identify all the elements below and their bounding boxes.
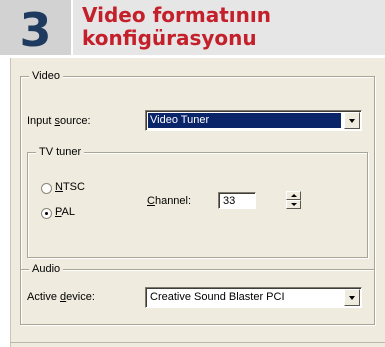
spin-up-icon[interactable] [286,191,301,200]
input-source-select[interactable]: Video Tuner [145,110,362,131]
step-number-box: 3 [0,0,73,57]
tv-tuner-group-legend: TV tuner [36,145,85,159]
channel-spinner[interactable] [286,191,301,210]
spin-down-icon[interactable] [286,200,301,209]
channel-label: Channel: [147,195,192,207]
step-title: Video formatının konfigürasyonu [82,4,372,50]
step-title-line-1: Video formatının [82,3,271,27]
video-settings-dialog: Video Input source: Video Tuner TV tuner… [10,58,385,347]
audio-group-legend: Audio [29,262,64,276]
tv-tuner-group: TV tuner NTSC PAL Channel: 33 [27,145,368,258]
ntsc-radio[interactable] [41,183,52,194]
step-header: 3 Video formatının konfigürasyonu [0,0,385,57]
step-number: 3 [19,3,52,57]
video-group-legend: Video [29,69,63,83]
audio-group: Audio Active device: Creative Sound Blas… [20,262,375,325]
chevron-down-icon[interactable] [344,112,360,129]
chevron-down-icon[interactable] [344,289,360,306]
input-source-label: Input source: [27,115,91,127]
active-device-select[interactable]: Creative Sound Blaster PCI [145,287,362,308]
pal-label[interactable]: PAL [55,205,75,219]
video-group: Video Input source: Video Tuner TV tuner… [20,69,375,270]
dialog-bottom-edge [10,342,385,343]
channel-input[interactable]: 33 [218,192,256,209]
input-source-value: Video Tuner [148,113,341,128]
active-device-label: Active device: [27,291,95,303]
step-title-line-2: konfigürasyonu [82,26,257,50]
ntsc-label[interactable]: NTSC [55,180,85,194]
pal-radio[interactable] [41,208,52,219]
active-device-value: Creative Sound Blaster PCI [150,291,285,303]
